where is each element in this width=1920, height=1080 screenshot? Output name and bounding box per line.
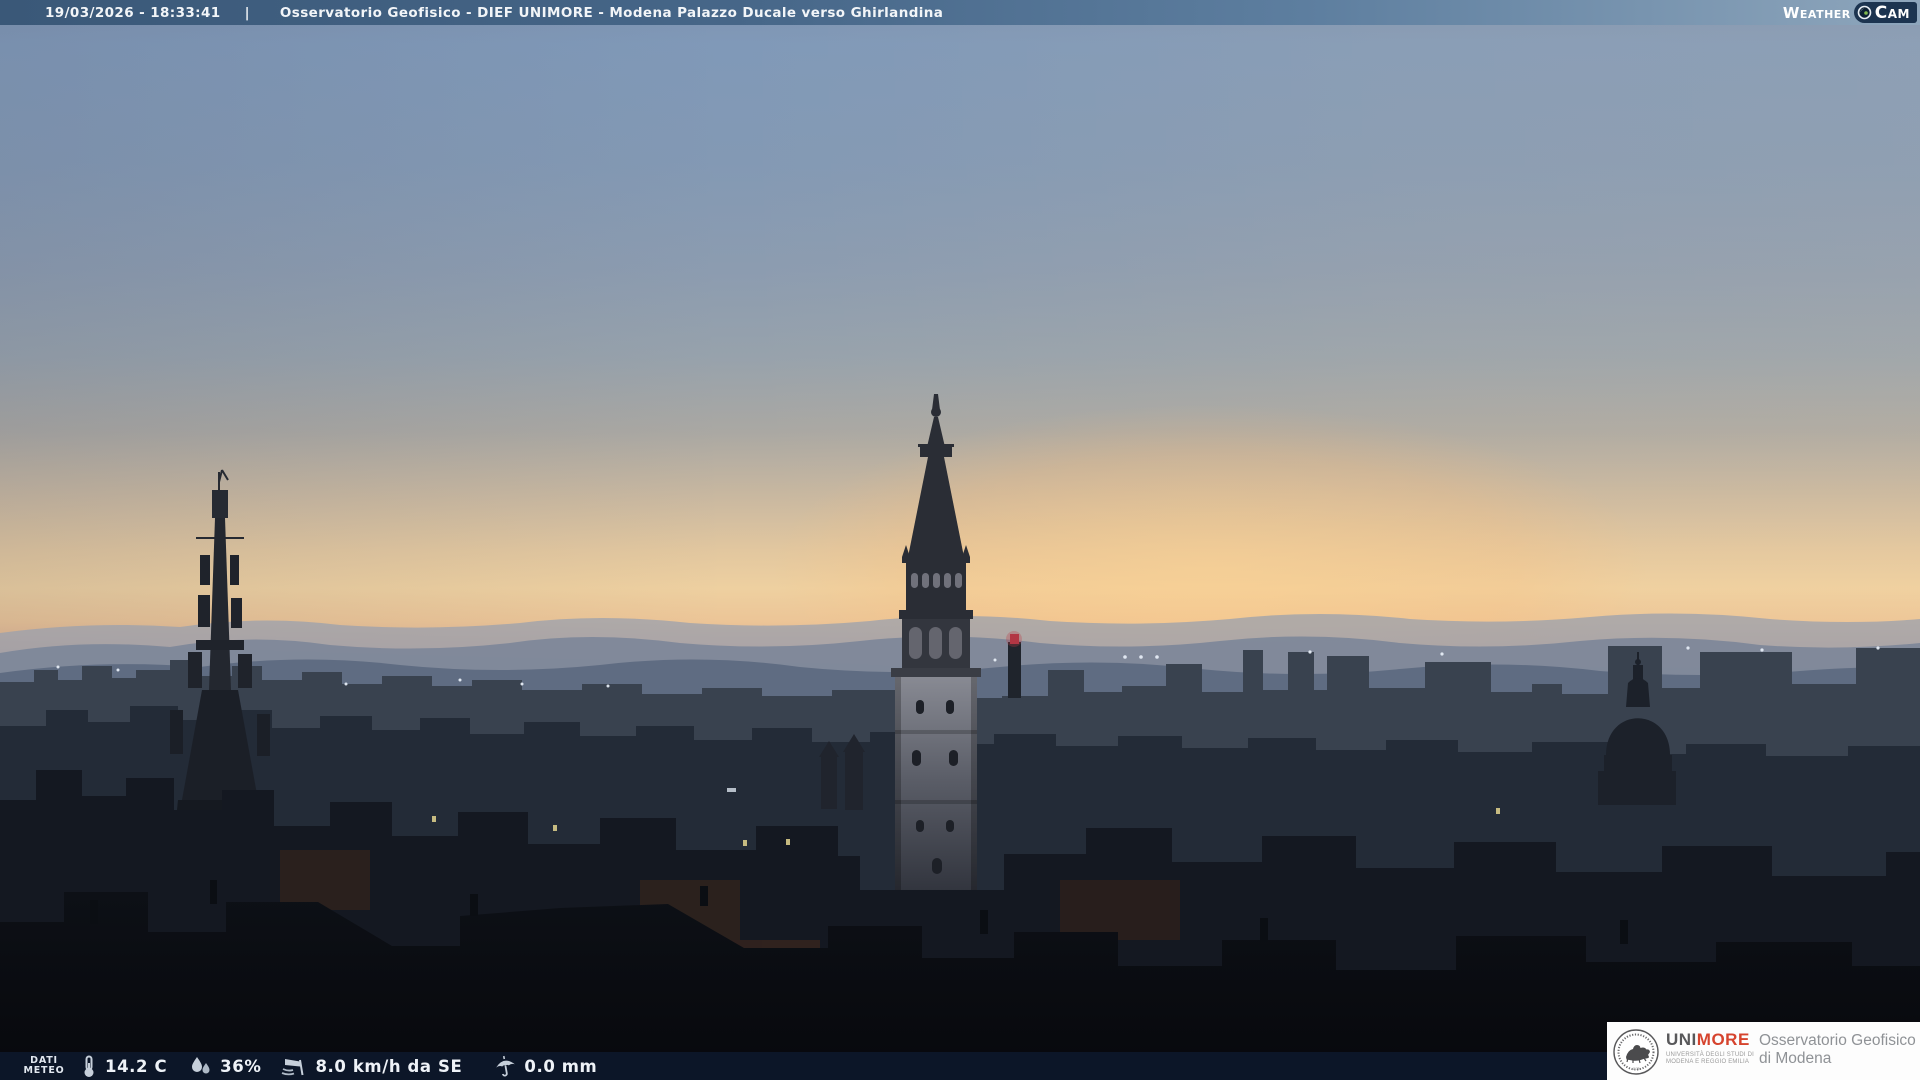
rain-value: 0.0 mm bbox=[524, 1056, 598, 1076]
humidity-metric: 36% bbox=[189, 1055, 261, 1077]
university-subtitle-line1: UNIVERSITÀ DEGLI STUDI DI bbox=[1666, 1052, 1755, 1058]
humidity-icon bbox=[192, 1057, 210, 1074]
webcam-lens-icon bbox=[1857, 5, 1872, 20]
camera-title: Osservatorio Geofisico - DIEF UNIMORE - … bbox=[279, 4, 944, 21]
humidity-value: 36% bbox=[220, 1056, 262, 1076]
cam-wordmark: Cam bbox=[1874, 2, 1910, 23]
seal-year: 1175 bbox=[1632, 1067, 1639, 1071]
header-bar: 19/03/2026 - 18:33:41 | Osservatorio Geo… bbox=[0, 0, 1920, 25]
observatory-name-line1: Osservatorio Geofisico bbox=[1759, 1032, 1916, 1049]
red-beacon-tower bbox=[1006, 631, 1022, 698]
timestamp: 19/03/2026 - 18:33:41 bbox=[45, 4, 221, 21]
weathercam-badge: Cam bbox=[1853, 2, 1917, 23]
temperature-value: 14.2 C bbox=[105, 1056, 168, 1076]
rain-icon bbox=[496, 1055, 516, 1077]
temperature-metric: 14.2 C bbox=[80, 1055, 167, 1078]
rain-metric: 0.0 mm bbox=[494, 1055, 597, 1077]
webcam-frame: 19/03/2026 - 18:33:41 | Osservatorio Geo… bbox=[0, 0, 1920, 1080]
ghirlandina-tower bbox=[891, 394, 981, 907]
university-subtitle-line2: MODENA E REGGIO EMILIA bbox=[1666, 1059, 1750, 1065]
title-separator: | bbox=[244, 4, 250, 21]
unimore-more: MORE bbox=[1696, 1030, 1750, 1049]
weathercam-logo: Weather Cam bbox=[1783, 0, 1917, 25]
observatory-name: Osservatorio Geofisico di Modena bbox=[1759, 1032, 1916, 1068]
university-subtitle: UNIVERSITÀ DEGLI STUDI DI MODENA E REGGI… bbox=[1666, 1052, 1754, 1066]
unimore-wordmark-block: UNIMORE UNIVERSITÀ DEGLI STUDI DI MODENA… bbox=[1666, 1031, 1754, 1066]
wind-metric: 8.0 km/h da SE bbox=[281, 1055, 462, 1077]
unimore-wordmark: UNIMORE bbox=[1666, 1031, 1754, 1049]
unimore-uni: UNI bbox=[1666, 1030, 1697, 1049]
city-skyline bbox=[0, 394, 1920, 1080]
wind-value: 8.0 km/h da SE bbox=[315, 1056, 463, 1076]
red-beacon-light bbox=[1010, 634, 1019, 644]
unimore-seal-icon: 1175 bbox=[1613, 1029, 1659, 1075]
wind-icon bbox=[282, 1059, 304, 1076]
thermometer-icon bbox=[84, 1055, 94, 1077]
weather-wordmark: Weather bbox=[1782, 3, 1851, 22]
weather-data-label: DATI METEO bbox=[18, 1055, 70, 1077]
unimore-logo-box: 1175 UNIMORE UNIVERSITÀ DEGLI STUDI DI M… bbox=[1607, 1022, 1920, 1080]
weather-label-line2: METEO bbox=[23, 1065, 65, 1076]
weather-metrics: 14.2 C 36% 8.0 km/h da SE 0.0 mm bbox=[80, 1055, 597, 1078]
observatory-name-line2: di Modena bbox=[1759, 1050, 1832, 1067]
belfry-arches bbox=[909, 627, 962, 659]
